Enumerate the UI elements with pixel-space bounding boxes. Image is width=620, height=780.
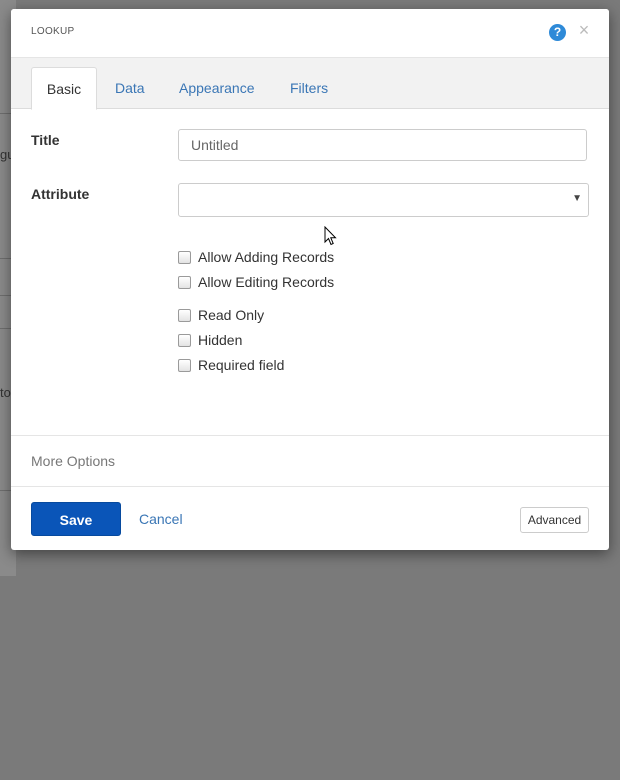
tab-data[interactable]: Data [115, 67, 145, 108]
checkbox-label: Hidden [198, 332, 243, 348]
lookup-dialog: LOOKUP ? × Basic Data Appearance Filters… [11, 9, 609, 550]
tab-bar: Basic Data Appearance Filters [11, 58, 609, 110]
title-input[interactable] [178, 129, 587, 161]
read-only-checkbox[interactable] [178, 309, 191, 322]
attribute-label: Attribute [31, 186, 90, 202]
close-icon[interactable]: × [577, 21, 591, 39]
section-divider [11, 435, 609, 436]
section-divider [11, 486, 609, 487]
checkbox-label: Allow Editing Records [198, 274, 335, 290]
dropdown-arrow-icon: ▼ [572, 193, 582, 204]
tab-appearance[interactable]: Appearance [179, 67, 255, 108]
dialog-title: LOOKUP [31, 26, 75, 37]
dialog-header: LOOKUP ? × [11, 9, 609, 58]
mouse-cursor-icon [324, 226, 337, 246]
title-label: Title [31, 132, 60, 148]
cancel-link[interactable]: Cancel [139, 511, 183, 527]
checkbox-label: Required field [198, 357, 285, 373]
save-button[interactable]: Save [31, 502, 121, 536]
more-options-toggle[interactable]: More Options [31, 453, 115, 469]
required-field-checkbox[interactable] [178, 359, 191, 372]
help-icon[interactable]: ? [549, 24, 566, 41]
advanced-button[interactable]: Advanced [520, 507, 589, 533]
background-text: to [0, 385, 11, 400]
attribute-select[interactable]: ▼ [178, 183, 589, 217]
tab-basic[interactable]: Basic [31, 67, 97, 110]
allow-editing-records-checkbox[interactable] [178, 276, 191, 289]
checkbox-label: Allow Adding Records [198, 249, 335, 265]
background-text: gu [0, 147, 11, 162]
allow-adding-records-checkbox[interactable] [178, 251, 191, 264]
hidden-checkbox[interactable] [178, 334, 191, 347]
tab-filters[interactable]: Filters [290, 67, 328, 108]
checkbox-label: Read Only [198, 307, 265, 323]
